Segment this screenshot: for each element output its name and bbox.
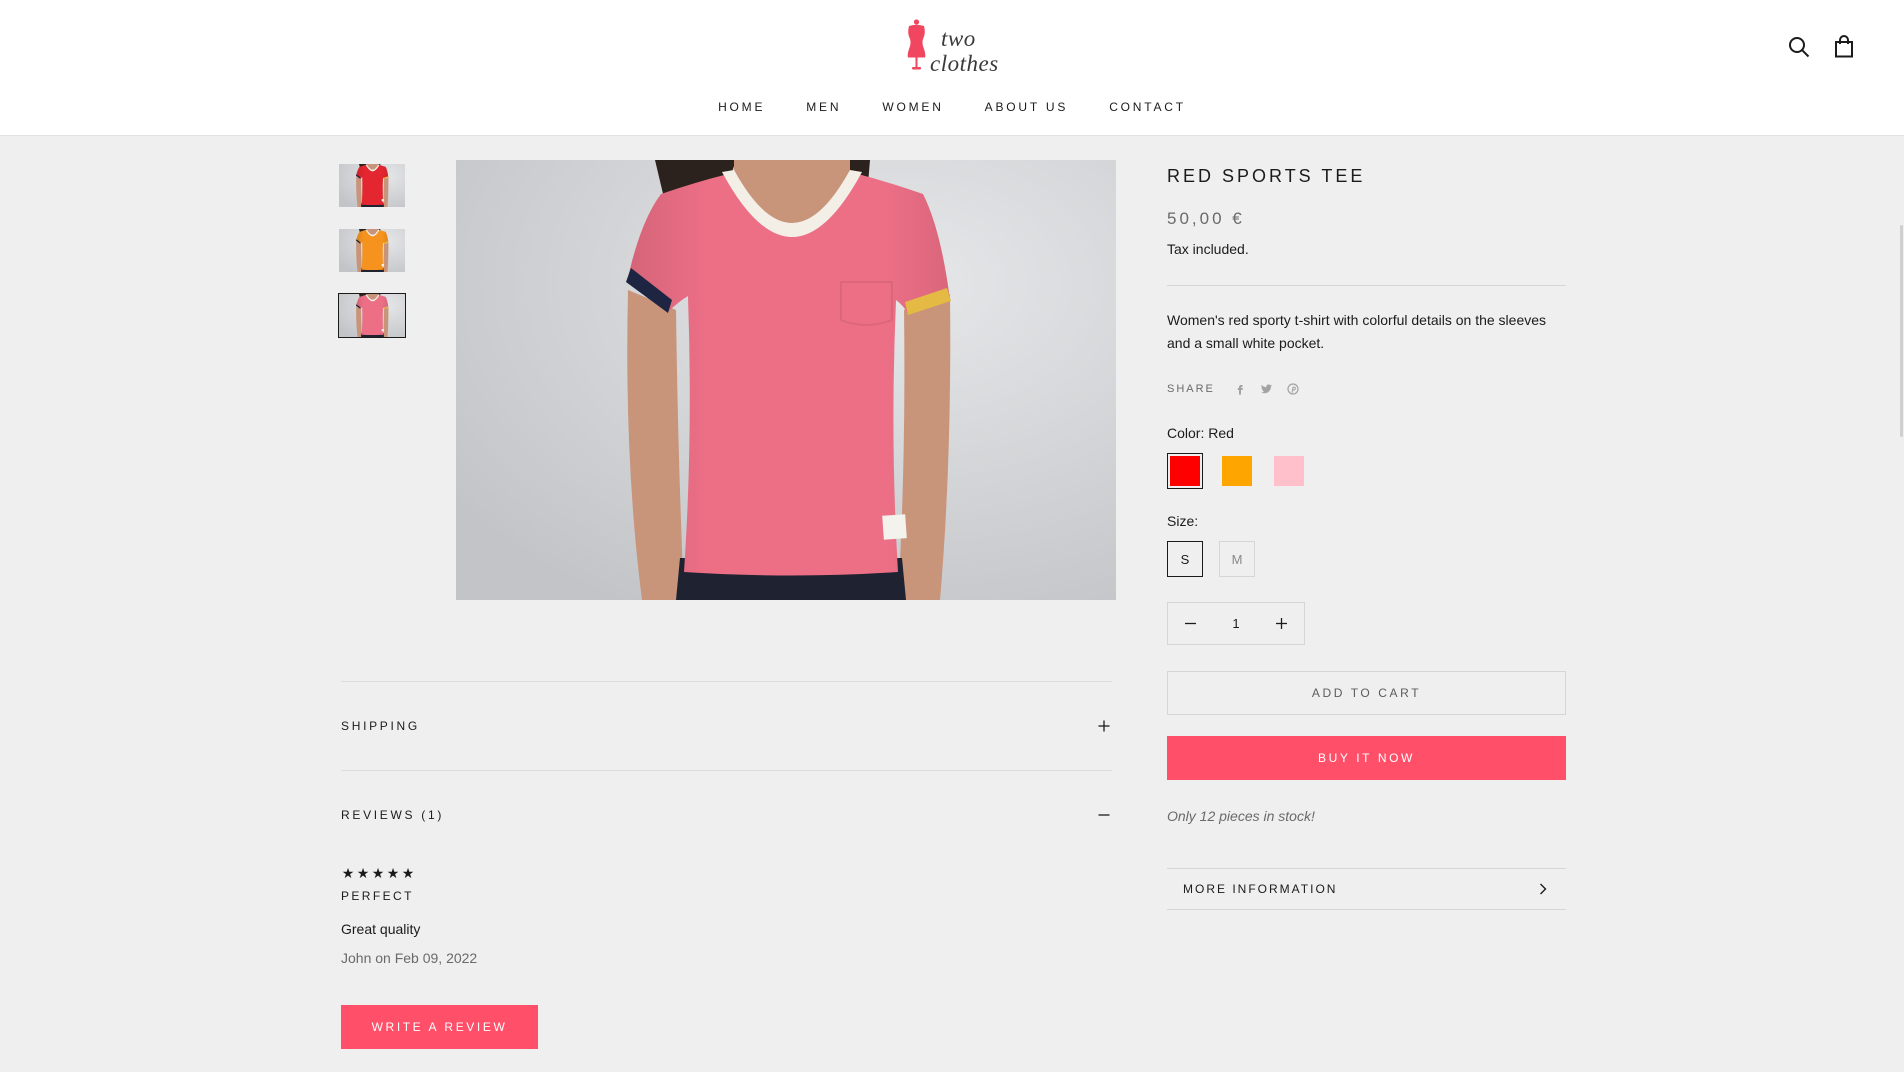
color-swatch[interactable] xyxy=(1167,453,1203,489)
nav-item-men[interactable]: MEN xyxy=(806,99,841,115)
main-product-photo[interactable] xyxy=(456,160,1116,600)
size-option[interactable]: M xyxy=(1219,541,1255,577)
more-information-label: MORE INFORMATION xyxy=(1183,882,1338,896)
facebook-icon[interactable] xyxy=(1234,383,1246,395)
site-logo[interactable]: two clothes xyxy=(904,19,1004,75)
color-value: Red xyxy=(1208,425,1234,441)
star-icon: ★ xyxy=(401,865,415,881)
product-title: RED SPORTS TEE xyxy=(1167,166,1366,186)
minus-icon xyxy=(1185,622,1197,625)
nav-item-women[interactable]: WOMEN xyxy=(882,99,943,115)
quantity-value[interactable]: 1 xyxy=(1213,603,1258,644)
shirt-label xyxy=(381,263,385,267)
color-swatch[interactable] xyxy=(1219,453,1255,489)
product-photo xyxy=(339,229,405,272)
accordion-reviews[interactable]: REVIEWS (1) xyxy=(341,771,1112,859)
color-label-text: Color: xyxy=(1167,425,1205,441)
plus-icon xyxy=(1098,720,1110,732)
logo-text-line2: clothes xyxy=(930,51,999,76)
swatch-fill xyxy=(1170,456,1200,486)
twitter-icon[interactable] xyxy=(1260,383,1273,395)
search-icon[interactable] xyxy=(1788,36,1810,58)
size-label: Size: xyxy=(1167,513,1199,529)
nav-item-contact[interactable]: CONTACT xyxy=(1109,99,1186,115)
tax-note: Tax included. xyxy=(1167,241,1249,257)
site-header: two clothes HOME MEN WOMEN ABOUT US CONT… xyxy=(0,0,1904,136)
more-information-link[interactable]: MORE INFORMATION xyxy=(1167,868,1566,910)
quantity-stepper: 1 xyxy=(1167,602,1305,645)
star-icon: ★ xyxy=(371,865,385,881)
chevron-right-icon xyxy=(1540,883,1547,895)
product-description: Women's red sporty t-shirt with colorful… xyxy=(1167,312,1547,351)
product-thumbnail[interactable] xyxy=(338,163,406,208)
swatch-fill xyxy=(1222,456,1252,486)
swatch-fill xyxy=(1274,456,1304,486)
product-photo xyxy=(339,294,405,337)
review-rating: ★ ★ ★ ★ ★ xyxy=(341,865,415,881)
size-option[interactable]: S xyxy=(1167,541,1203,577)
share-label: SHARE xyxy=(1167,383,1215,395)
color-label: Color: Red xyxy=(1167,425,1566,441)
star-icon: ★ xyxy=(341,865,355,881)
review-title: PERFECT xyxy=(341,889,414,903)
accordion-shipping-label: SHIPPING xyxy=(341,719,420,733)
shirt-label xyxy=(381,328,385,332)
shirt-label xyxy=(381,198,385,202)
quantity-increase-button[interactable] xyxy=(1259,603,1304,644)
product-price: 50,00 € xyxy=(1167,209,1245,228)
size-options: S M xyxy=(1167,541,1566,577)
accordion-reviews-label: REVIEWS (1) xyxy=(341,808,445,822)
product-photo xyxy=(339,164,405,207)
accordion-shipping[interactable]: SHIPPING xyxy=(341,682,1112,770)
quantity-decrease-button[interactable] xyxy=(1168,603,1213,644)
bag-icon[interactable] xyxy=(1834,34,1854,58)
buy-now-button[interactable]: BUY IT NOW xyxy=(1167,736,1566,780)
add-to-cart-button[interactable]: ADD TO CART xyxy=(1167,671,1566,715)
share-row: SHARE xyxy=(1167,382,1566,396)
arm xyxy=(898,294,951,600)
review-byline: John on Feb 09, 2022 xyxy=(341,950,478,966)
star-icon: ★ xyxy=(356,865,370,881)
logo-text-line1: two xyxy=(941,26,976,51)
color-swatch[interactable] xyxy=(1271,453,1307,489)
plus-icon xyxy=(1275,618,1287,629)
arm xyxy=(383,306,389,337)
review-body: Great quality xyxy=(341,921,421,937)
scrollbar-thumb[interactable] xyxy=(1900,225,1903,437)
color-swatches xyxy=(1167,453,1566,489)
stock-note: Only 12 pieces in stock! xyxy=(1167,808,1315,824)
divider xyxy=(1167,285,1566,286)
product-thumbnail[interactable] xyxy=(338,293,406,338)
shirt-label xyxy=(882,514,907,540)
main-nav: HOME MEN WOMEN ABOUT US CONTACT xyxy=(0,99,1904,115)
product-thumbnail[interactable] xyxy=(338,228,406,273)
nav-item-about-us[interactable]: ABOUT US xyxy=(985,99,1069,115)
nav-item-home[interactable]: HOME xyxy=(718,99,765,115)
arm xyxy=(383,241,389,272)
arm xyxy=(383,176,389,207)
product-photo xyxy=(456,160,1116,600)
mannequin-icon xyxy=(907,19,926,70)
pinterest-icon[interactable] xyxy=(1287,383,1299,395)
star-icon: ★ xyxy=(386,865,400,881)
write-review-button[interactable]: WRITE A REVIEW xyxy=(341,1005,538,1049)
minus-icon xyxy=(1098,814,1110,816)
